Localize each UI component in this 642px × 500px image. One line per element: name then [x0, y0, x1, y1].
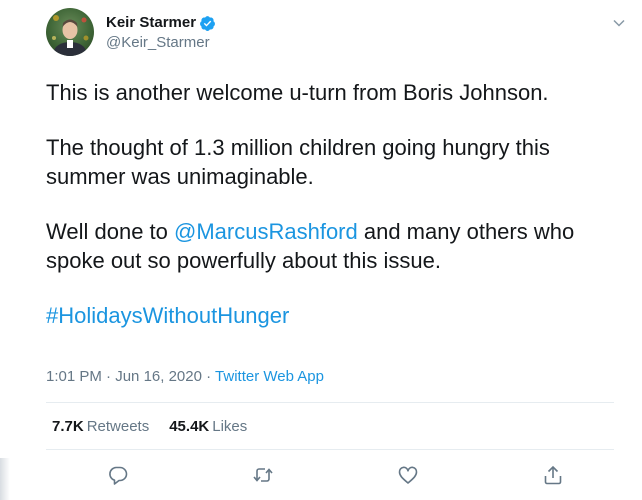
tweet-paragraph-3-prefix: Well done to — [46, 219, 175, 244]
likes-stat[interactable]: 45.4K Likes — [169, 417, 247, 437]
likes-label: Likes — [212, 418, 248, 435]
author-handle[interactable]: @Keir_Starmer — [106, 33, 216, 53]
retweets-label: Retweets — [86, 418, 150, 435]
reply-icon[interactable] — [107, 464, 129, 486]
meta-separator-1: · — [106, 368, 112, 385]
retweets-stat[interactable]: 7.7K Retweets — [52, 417, 149, 437]
verified-badge-icon — [199, 15, 216, 32]
share-icon[interactable] — [542, 464, 564, 486]
retweets-count: 7.7K — [52, 418, 84, 435]
mention-link[interactable]: @MarcusRashford — [174, 219, 358, 244]
retweet-icon[interactable] — [252, 464, 274, 486]
avatar-photo — [52, 15, 89, 56]
divider-top — [46, 402, 614, 403]
divider-bottom — [46, 449, 614, 450]
tweet-time[interactable]: 1:01 PM — [46, 368, 102, 385]
tweet-paragraph-1: This is another welcome u-turn from Bori… — [46, 80, 549, 105]
likes-count: 45.4K — [169, 418, 210, 435]
tweet-meta: 1:01 PM · Jun 16, 2020 · Twitter Web App — [46, 367, 324, 387]
tweet-source-link[interactable]: Twitter Web App — [215, 368, 324, 385]
meta-separator-2: · — [206, 368, 212, 385]
author-display-name[interactable]: Keir Starmer — [106, 13, 196, 33]
author-block: Keir Starmer @Keir_Starmer — [106, 13, 216, 53]
engagement-stats: 7.7K Retweets 45.4K Likes — [52, 417, 247, 437]
tweet-date[interactable]: Jun 16, 2020 — [115, 368, 202, 385]
action-bar — [0, 464, 642, 488]
tweet-paragraph-2: The thought of 1.3 million children goin… — [46, 135, 550, 189]
tweet-text: This is another welcome u-turn from Bori… — [46, 78, 616, 330]
chevron-down-icon[interactable] — [612, 16, 626, 30]
avatar[interactable] — [46, 8, 94, 56]
tweet-card: Keir Starmer @Keir_Starmer This is anoth… — [0, 0, 642, 500]
name-row: Keir Starmer — [106, 13, 216, 33]
tweet-paragraph-3: Well done to @MarcusRashford and many ot… — [46, 217, 616, 275]
tweet-paragraph-4: #HolidaysWithoutHunger — [46, 301, 616, 330]
hashtag-link[interactable]: #HolidaysWithoutHunger — [46, 303, 289, 328]
like-icon[interactable] — [397, 464, 419, 486]
window-edge — [0, 458, 10, 500]
